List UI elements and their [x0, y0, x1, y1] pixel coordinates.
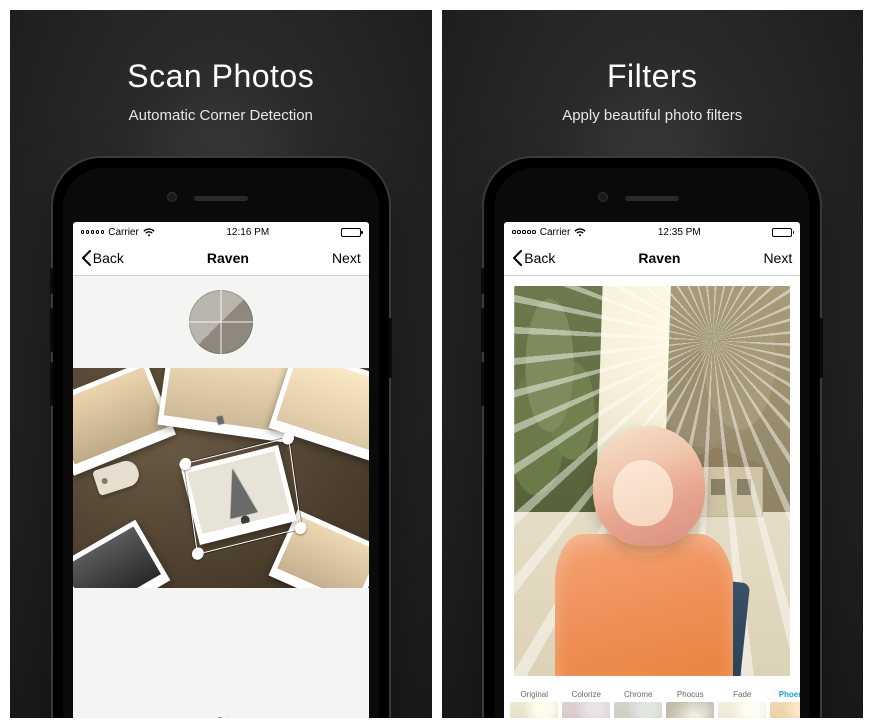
back-label: Back [93, 250, 124, 266]
promo-panel-scan: Scan Photos Automatic Corner Detection C… [10, 10, 432, 718]
filter-item-original[interactable]: Original [508, 690, 560, 718]
filter-item-fade[interactable]: Fade [716, 690, 768, 718]
back-button[interactable]: Back [81, 250, 124, 266]
status-time: 12:16 PM [226, 227, 269, 238]
filter-item-phocus[interactable]: Phocus [664, 690, 716, 718]
filter-label: Fade [716, 690, 768, 699]
scan-content [73, 276, 369, 718]
chevron-left-icon [512, 250, 522, 266]
filter-item-phoenix[interactable]: Phoenix [768, 690, 800, 718]
phone-speaker [625, 196, 679, 201]
phone-camera [598, 192, 608, 202]
phone-mockup: Carrier 12:16 PM Back Raven [53, 158, 389, 718]
filter-label: Phoenix [768, 690, 800, 699]
wifi-icon [574, 228, 586, 237]
filter-thumb [718, 702, 766, 718]
next-button[interactable]: Next [332, 250, 361, 266]
filter-thumb [666, 702, 714, 718]
eiffel-icon [219, 465, 258, 518]
status-time: 12:35 PM [658, 227, 701, 238]
battery-icon [341, 228, 361, 237]
filter-item-chrome[interactable]: Chrome [612, 690, 664, 718]
phone-mockup: Carrier 12:35 PM Back Raven [484, 158, 820, 718]
status-bar: Carrier 12:35 PM [504, 222, 800, 240]
filter-label: Colorize [560, 690, 612, 699]
filter-thumb [562, 702, 610, 718]
carrier-label: Carrier [108, 227, 139, 238]
wifi-icon [143, 228, 155, 237]
filter-strip[interactable]: Original Colorize Chrome Phocus [504, 686, 800, 718]
back-label: Back [524, 250, 555, 266]
nav-title: Raven [207, 250, 249, 266]
filter-thumb [510, 702, 558, 718]
back-button[interactable]: Back [512, 250, 555, 266]
nav-bar: Back Raven Next [504, 240, 800, 276]
panel-title: Filters [442, 58, 864, 95]
signal-icon [512, 230, 536, 234]
carrier-label: Carrier [540, 227, 571, 238]
panel-subtitle: Automatic Corner Detection [10, 107, 432, 124]
filter-label: Phocus [664, 690, 716, 699]
chevron-left-icon [81, 250, 91, 266]
filter-label: Chrome [612, 690, 664, 699]
scan-viewport[interactable] [73, 368, 369, 588]
panel-subtitle: Apply beautiful photo filters [442, 107, 864, 124]
magnifier-loupe [189, 290, 253, 354]
subject-person [541, 426, 741, 676]
panel-title: Scan Photos [10, 58, 432, 95]
status-bar: Carrier 12:16 PM [73, 222, 369, 240]
phone-speaker [194, 196, 248, 201]
promo-panel-filters: Filters Apply beautiful photo filters Ca… [442, 10, 864, 718]
filters-content: Original Colorize Chrome Phocus [504, 276, 800, 718]
phone-camera [167, 192, 177, 202]
filter-thumb [770, 702, 800, 718]
rotate-icon[interactable] [211, 715, 231, 718]
filter-label: Original [508, 690, 560, 699]
next-button[interactable]: Next [763, 250, 792, 266]
signal-icon [81, 230, 105, 234]
app-screen: Carrier 12:16 PM Back Raven [73, 222, 369, 718]
nav-bar: Back Raven Next [73, 240, 369, 276]
nav-title: Raven [638, 250, 680, 266]
photo-preview[interactable] [514, 286, 790, 676]
app-screen: Carrier 12:35 PM Back Raven [504, 222, 800, 718]
battery-icon [772, 228, 792, 237]
filter-item-colorize[interactable]: Colorize [560, 690, 612, 718]
filter-thumb [614, 702, 662, 718]
